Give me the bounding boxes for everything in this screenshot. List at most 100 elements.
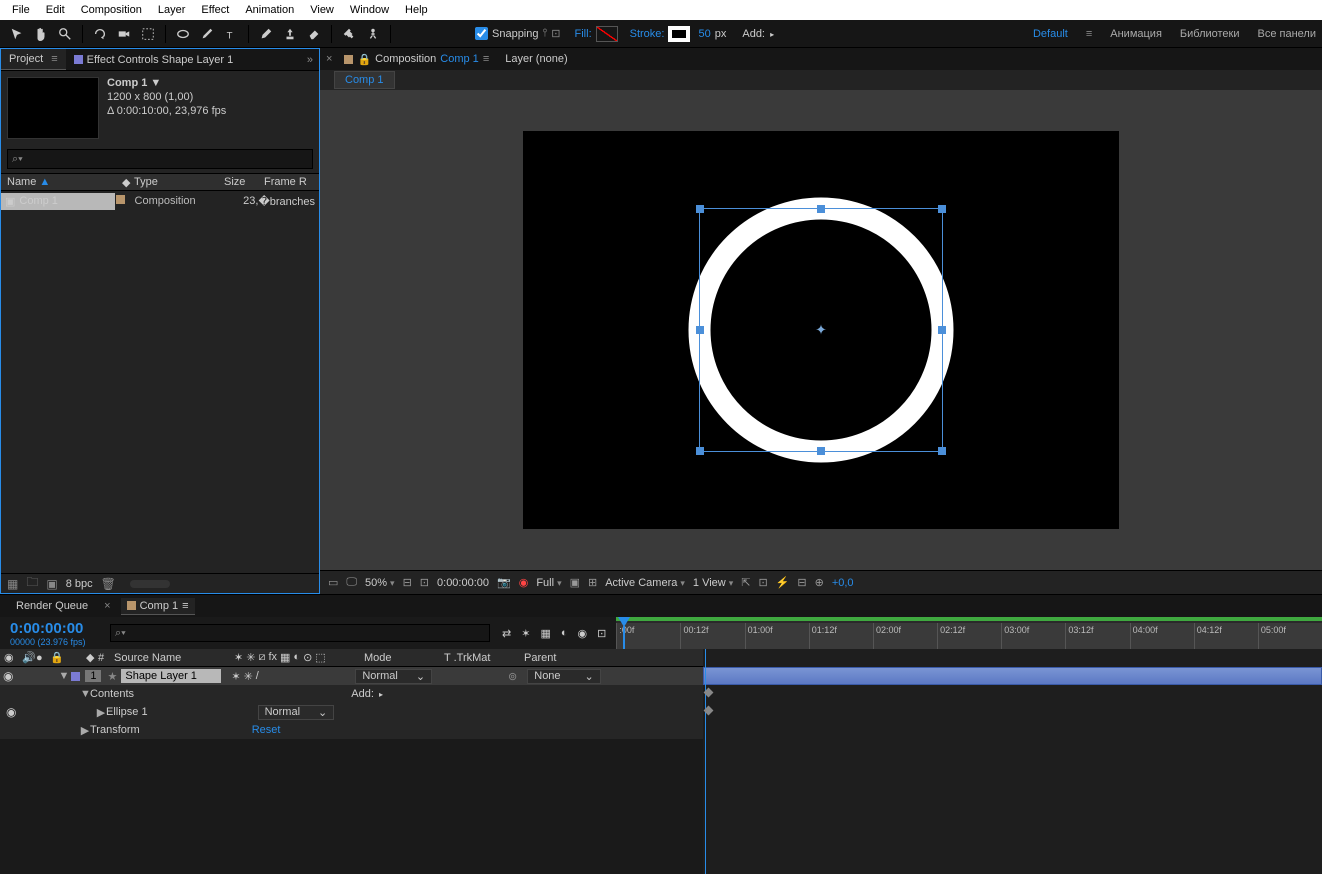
- breadcrumb-item[interactable]: Comp 1: [334, 71, 395, 89]
- views-select[interactable]: 1 View: [693, 577, 733, 589]
- composition-tab[interactable]: 🔒 Composition Comp 1 ≡: [340, 51, 493, 68]
- handle-sw[interactable]: [696, 447, 704, 455]
- close-tab-icon2[interactable]: ×: [104, 600, 110, 612]
- menu-effect[interactable]: Effect: [193, 2, 237, 18]
- panel-menu-icon[interactable]: ≡: [51, 53, 57, 65]
- transparency-icon[interactable]: ▣: [570, 576, 580, 589]
- contents-row[interactable]: ▼ Contents Add:: [0, 685, 703, 703]
- zoom-select[interactable]: 50%: [365, 577, 395, 589]
- visibility-toggle[interactable]: ◉: [3, 669, 13, 683]
- effect-controls-tab[interactable]: Effect Controls Shape Layer 1: [66, 50, 242, 70]
- snapping-checkbox[interactable]: [475, 27, 488, 40]
- channels-icon[interactable]: ◉: [519, 576, 529, 589]
- share-icon[interactable]: ⇱: [741, 576, 750, 589]
- camera-tool[interactable]: [113, 23, 135, 45]
- pen-tool[interactable]: [196, 23, 218, 45]
- pixel-icon[interactable]: ⊡: [758, 576, 767, 589]
- menu-composition[interactable]: Composition: [73, 2, 150, 18]
- zoom-tool[interactable]: [54, 23, 76, 45]
- snap-opt2-icon[interactable]: ⊡: [551, 27, 560, 40]
- layer-bar[interactable]: [703, 667, 1322, 685]
- col-type[interactable]: Type: [128, 176, 218, 188]
- handle-w[interactable]: [696, 326, 704, 334]
- workspace-default[interactable]: Default: [1033, 28, 1068, 40]
- col-size[interactable]: Size: [218, 176, 258, 188]
- comp-thumbnail[interactable]: [7, 77, 99, 139]
- puppet-tool[interactable]: [362, 23, 384, 45]
- lock-icon[interactable]: 🔒: [357, 53, 371, 66]
- resolution-icon[interactable]: ⊟: [403, 576, 412, 589]
- pan-behind-tool[interactable]: [137, 23, 159, 45]
- timeline-comp-tab[interactable]: Comp 1≡: [121, 598, 195, 615]
- grid-icon[interactable]: 🖵: [346, 576, 357, 589]
- workspace-all[interactable]: Все панели: [1258, 28, 1316, 40]
- flowchart-icon[interactable]: �branches: [258, 195, 319, 208]
- transform-row[interactable]: ▶ Transform Reset: [0, 721, 703, 739]
- col-label[interactable]: ◆: [82, 651, 94, 664]
- rectangle-tool[interactable]: [172, 23, 194, 45]
- project-search[interactable]: ⌕▾: [7, 149, 313, 169]
- add-property[interactable]: Add:: [351, 688, 383, 700]
- exposure-value[interactable]: +0,0: [832, 577, 854, 589]
- ellipse-mode-select[interactable]: Normal⌄: [258, 705, 335, 720]
- handle-se[interactable]: [938, 447, 946, 455]
- flowchart-icon2[interactable]: ⊕: [815, 576, 824, 589]
- workspace-libraries[interactable]: Библиотеки: [1180, 28, 1240, 40]
- fast-icon[interactable]: ⚡: [776, 576, 790, 589]
- time-display[interactable]: 0:00:00:00: [437, 577, 489, 589]
- composition-viewport[interactable]: ✦: [320, 90, 1322, 570]
- roi-icon[interactable]: ⊡: [420, 576, 429, 589]
- snapping-toggle[interactable]: Snapping ⫯ ⊡: [475, 27, 561, 40]
- stroke-label[interactable]: Stroke:: [630, 28, 665, 40]
- resolution-select[interactable]: Full: [536, 577, 561, 589]
- handle-s[interactable]: [817, 447, 825, 455]
- col-audio-icon[interactable]: 🔊: [18, 651, 32, 664]
- layer-switches[interactable]: ✶✳/: [231, 670, 281, 683]
- handle-n[interactable]: [817, 205, 825, 213]
- eraser-tool[interactable]: [303, 23, 325, 45]
- trash-icon[interactable]: 🗑: [101, 577, 116, 591]
- workspace-animation[interactable]: Анимация: [1110, 28, 1162, 40]
- ellipse-visibility[interactable]: ◉: [6, 705, 16, 719]
- brainstorm-icon[interactable]: ⊡: [597, 627, 606, 640]
- label-color-icon[interactable]: [116, 195, 125, 204]
- menu-edit[interactable]: Edit: [38, 2, 73, 18]
- col-eye-icon[interactable]: ◉: [0, 651, 18, 664]
- blend-mode-select[interactable]: Normal⌄: [355, 669, 432, 684]
- work-area[interactable]: [616, 617, 1322, 621]
- interpret-icon[interactable]: ▦: [7, 577, 18, 591]
- panel-overflow-icon[interactable]: »: [301, 54, 319, 66]
- bpc-toggle[interactable]: 8 bpc: [66, 578, 93, 590]
- camera-select[interactable]: Active Camera: [605, 577, 685, 589]
- reset-button[interactable]: Reset: [252, 724, 281, 736]
- timeline-search[interactable]: ⌕▾: [110, 624, 490, 642]
- roto-tool[interactable]: [338, 23, 360, 45]
- hand-tool[interactable]: [30, 23, 52, 45]
- workspace-menu-icon[interactable]: ≡: [1086, 28, 1092, 40]
- fill-label[interactable]: Fill:: [575, 28, 592, 40]
- clone-tool[interactable]: [279, 23, 301, 45]
- col-framerate[interactable]: Frame R: [258, 176, 313, 188]
- layer-label-color[interactable]: [71, 672, 80, 681]
- timeline-tracks[interactable]: [703, 649, 1322, 874]
- type-tool[interactable]: T: [220, 23, 242, 45]
- tab-menu-icon[interactable]: ≡: [483, 53, 489, 65]
- col-solo-icon[interactable]: ●: [32, 652, 46, 664]
- ellipse-row[interactable]: ◉ ▶ Ellipse 1 Normal⌄: [0, 703, 703, 721]
- stroke-width-value[interactable]: 50: [698, 28, 710, 40]
- menu-help[interactable]: Help: [397, 2, 436, 18]
- handle-e[interactable]: [938, 326, 946, 334]
- project-tab[interactable]: Project≡: [1, 49, 66, 70]
- snapshot-icon[interactable]: 📷: [497, 576, 511, 589]
- layer-name[interactable]: Shape Layer 1: [121, 669, 221, 683]
- menu-layer[interactable]: Layer: [150, 2, 194, 18]
- composition-canvas[interactable]: ✦: [523, 131, 1119, 529]
- snap-opt1-icon[interactable]: ⫯: [543, 27, 548, 40]
- twirl-ellipse[interactable]: ▶: [96, 706, 106, 719]
- col-switches[interactable]: ✶✳⧄fx▦◐⊙⬚: [230, 651, 360, 664]
- tab-menu-icon2[interactable]: ≡: [182, 600, 188, 612]
- menu-file[interactable]: File: [4, 2, 38, 18]
- pickwhip-icon[interactable]: ⊚: [508, 670, 517, 683]
- col-number[interactable]: #: [94, 652, 110, 664]
- twirl-contents[interactable]: ▼: [80, 688, 90, 700]
